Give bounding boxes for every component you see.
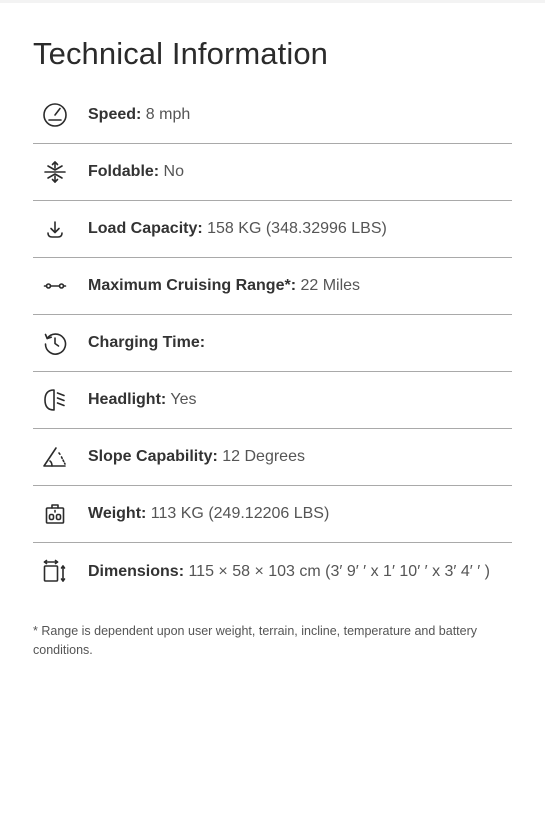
spec-label: Dimensions:	[88, 562, 185, 580]
download-load-icon	[42, 216, 68, 242]
spec-row-dimensions: Dimensions: 115 × 58 × 103 cm (3′ 9′ ′ x…	[33, 543, 512, 600]
spec-label: Slope Capability:	[88, 448, 218, 465]
spec-value: 115 × 58 × 103 cm (3′ 9′ ′ x 1′ 10′ ′ x …	[184, 562, 490, 580]
range-footnote: * Range is dependent upon user weight, t…	[33, 624, 478, 657]
spec-row-load-capacity: Load Capacity: 158 KG (348.32996 LBS)	[33, 201, 512, 258]
spec-label: Load Capacity:	[88, 220, 203, 237]
technical-information-section: Technical Information Speed: 8 mph Folda…	[33, 30, 512, 673]
spec-value: 113 KG (249.12206 LBS)	[146, 505, 330, 522]
spec-label: Charging Time:	[88, 334, 206, 351]
spec-value: 158 KG (348.32996 LBS)	[202, 220, 387, 237]
spec-row-weight: Weight: 113 KG (249.12206 LBS)	[33, 486, 512, 543]
spec-value: Yes	[166, 391, 197, 408]
clock-history-icon	[42, 330, 68, 356]
spec-row-headlight: Headlight: Yes	[33, 372, 512, 429]
speedometer-icon	[42, 102, 68, 128]
weight-scale-icon	[42, 501, 68, 527]
spec-value: 22 Miles	[296, 277, 361, 294]
spec-label: Speed:	[88, 106, 142, 123]
spec-value: 12 Degrees	[217, 448, 305, 465]
spec-label: Weight:	[88, 505, 147, 522]
dimensions-icon	[42, 559, 68, 585]
spec-text: Foldable: No	[88, 162, 184, 182]
spec-text: Dimensions: 115 × 58 × 103 cm (3′ 9′ ′ x…	[88, 562, 490, 582]
top-divider	[0, 0, 545, 3]
spec-text: Headlight: Yes	[88, 390, 196, 410]
spec-text: Speed: 8 mph	[88, 105, 190, 125]
page-title: Technical Information	[33, 36, 329, 71]
spec-text: Maximum Cruising Range*: 22 Miles	[88, 276, 360, 296]
spec-row-foldable: Foldable: No	[33, 144, 512, 201]
foldable-arrows-icon	[42, 159, 68, 185]
spec-value: No	[159, 163, 185, 180]
spec-row-charging-time: Charging Time:	[33, 315, 512, 372]
spec-text: Weight: 113 KG (249.12206 LBS)	[88, 504, 329, 524]
spec-label: Maximum Cruising Range*:	[88, 277, 297, 294]
spec-text: Slope Capability: 12 Degrees	[88, 447, 305, 467]
spec-label: Foldable:	[88, 163, 160, 180]
spec-text: Load Capacity: 158 KG (348.32996 LBS)	[88, 219, 387, 239]
range-dots-icon	[42, 273, 68, 299]
spec-list: Speed: 8 mph Foldable: No Load Capacity:…	[33, 87, 512, 600]
spec-row-speed: Speed: 8 mph	[33, 87, 512, 144]
headlight-icon	[42, 387, 68, 413]
slope-triangle-icon	[42, 444, 68, 470]
spec-value: 8 mph	[141, 106, 191, 123]
spec-row-cruising-range: Maximum Cruising Range*: 22 Miles	[33, 258, 512, 315]
spec-label: Headlight:	[88, 391, 167, 408]
spec-text: Charging Time:	[88, 333, 205, 353]
spec-row-slope: Slope Capability: 12 Degrees	[33, 429, 512, 486]
